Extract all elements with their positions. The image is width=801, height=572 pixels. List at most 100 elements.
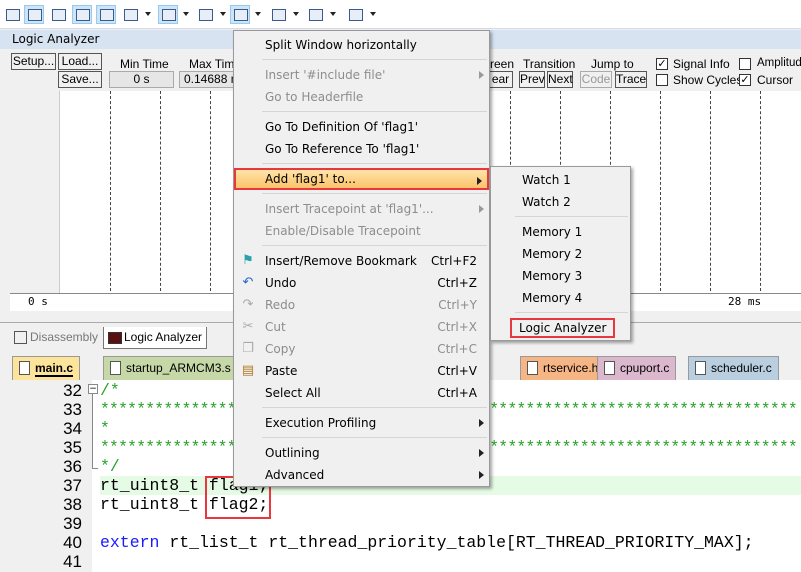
next-button[interactable]: Next [547, 71, 573, 88]
shortcut: Ctrl+X [437, 320, 477, 334]
menu-item-watch-2[interactable]: Watch 2 [491, 191, 630, 213]
signal-info-checkbox[interactable]: ✓ [656, 58, 668, 70]
tab-logic-analyzer[interactable]: Logic Analyzer [103, 327, 208, 349]
menu-item-memory-2[interactable]: Memory 2 [491, 243, 630, 265]
toolbox-icon[interactable] [345, 5, 365, 24]
menu-item-add-flag1-to[interactable]: Add 'flag1' to... [234, 168, 489, 190]
code-line[interactable]: /* [100, 381, 120, 400]
serial-windows-icon[interactable] [195, 5, 215, 24]
shortcut: Ctrl+Y [438, 298, 477, 312]
menu-item-label: Insert/Remove Bookmark [265, 254, 417, 268]
dropdown-arrow-icon[interactable] [183, 12, 189, 16]
tab-rtservice-h[interactable]: rtservice.h [520, 356, 606, 380]
menu-item-execution-profiling[interactable]: Execution Profiling [234, 412, 489, 434]
command-window-icon[interactable] [2, 5, 22, 24]
menu-item-select-all[interactable]: Select All Ctrl+A [234, 382, 489, 404]
menu-item-memory-1[interactable]: Memory 1 [491, 221, 630, 243]
file-icon [604, 361, 615, 375]
min-time-value: 0 s [109, 71, 174, 88]
menu-item-advanced[interactable]: Advanced [234, 464, 489, 486]
command-window-icon-glyph [6, 9, 20, 21]
menu-item-label: Insert '#include file' [265, 68, 386, 82]
call-stack-icon[interactable] [96, 5, 116, 24]
save-button[interactable]: Save... [58, 71, 102, 88]
menu-separator [234, 242, 489, 250]
amplitude-checkbox[interactable] [739, 58, 751, 70]
cursor-label: Cursor [757, 73, 794, 87]
tab-startup-armcm3-s[interactable]: startup_ARMCM3.s [103, 356, 238, 380]
dropdown-arrow-icon[interactable] [330, 12, 336, 16]
menu-separator [234, 108, 489, 116]
menu-item-label: Undo [265, 276, 297, 290]
context-menu: Split Window horizontally Insert '#includ… [233, 30, 490, 487]
menu-item-copy[interactable]: ❐ Copy Ctrl+C [234, 338, 489, 360]
tab-disassembly[interactable]: Disassembly [12, 327, 102, 349]
disassembly-window-icon[interactable] [24, 5, 44, 24]
bookmark-flag-icon: ⚑ [242, 253, 254, 268]
memory-windows-icon[interactable] [158, 5, 178, 24]
menu-item-go-to-definition-of-flag1[interactable]: Go To Definition Of 'flag1' [234, 116, 489, 138]
dropdown-arrow-icon[interactable] [370, 12, 376, 16]
menu-item-label: Watch 1 [522, 173, 571, 187]
menu-separator [234, 56, 489, 64]
tab-cpuport-c[interactable]: cpuport.c [597, 356, 677, 380]
code-line[interactable]: * [100, 419, 110, 438]
registers-window-icon[interactable] [72, 5, 92, 24]
menu-item-label: Cut [265, 320, 286, 334]
load-button[interactable]: Load... [58, 53, 102, 70]
menu-item-label: Memory 1 [522, 225, 583, 239]
tab-scheduler-c[interactable]: scheduler.c [688, 356, 779, 380]
fold-collapse-icon[interactable]: − [88, 384, 98, 394]
menu-item-insert-remove-bookmark[interactable]: ⚑ Insert/Remove Bookmark Ctrl+F2 [234, 250, 489, 272]
menu-item-watch-1[interactable]: Watch 1 [491, 169, 630, 191]
code-button[interactable]: Code [580, 71, 612, 88]
logic-analyzer-icon [108, 332, 122, 344]
prev-button[interactable]: Prev [519, 71, 545, 88]
menu-item-go-to-reference-to-flag1[interactable]: Go To Reference To 'flag1' [234, 138, 489, 160]
menu-separator [234, 404, 489, 412]
shortcut: Ctrl+Z [437, 276, 477, 290]
file-icon [19, 361, 30, 375]
cursor-checkbox[interactable]: ✓ [739, 74, 751, 86]
menu-item-cut[interactable]: ✂ Cut Ctrl+X [234, 316, 489, 338]
menu-item-label: Memory 2 [522, 247, 583, 261]
dropdown-arrow-icon[interactable] [145, 12, 151, 16]
menu-item-insert-tracepoint-at-flag1[interactable]: Insert Tracepoint at 'flag1'... [234, 198, 489, 220]
menu-item-memory-3[interactable]: Memory 3 [491, 265, 630, 287]
analysis-windows-icon-glyph [234, 9, 248, 21]
add-to-submenu: Watch 1 Watch 2 Memory 1 Memory 2 Memory 3 Me… [490, 166, 631, 341]
menu-item-label: Select All [265, 386, 321, 400]
dropdown-arrow-icon[interactable] [220, 12, 226, 16]
menu-item-paste[interactable]: ▤ Paste Ctrl+V [234, 360, 489, 382]
undo-icon: ↶ [242, 275, 254, 290]
screen-label: reen [490, 57, 515, 71]
menu-item-split-window-horizontally[interactable]: Split Window horizontally [234, 34, 489, 56]
code-line[interactable]: */ [100, 457, 120, 476]
symbols-window-icon[interactable] [48, 5, 68, 24]
tab-main-c[interactable]: main.c [12, 356, 81, 380]
jump-to-label: Jump to [591, 57, 634, 71]
system-viewer-icon[interactable] [305, 5, 325, 24]
clear-button[interactable]: ear [489, 71, 513, 88]
menu-item-logic-analyzer[interactable]: Logic Analyzer [491, 317, 630, 339]
analysis-windows-icon[interactable] [230, 5, 250, 24]
disassembly-window-icon-glyph [28, 9, 42, 21]
paste-icon: ▤ [241, 363, 255, 378]
setup-button[interactable]: Setup... [11, 53, 56, 70]
menu-item-insert-include-file[interactable]: Insert '#include file' [234, 64, 489, 86]
grid-line [210, 91, 211, 296]
menu-item-go-to-headerfile[interactable]: Go to Headerfile [234, 86, 489, 108]
watch-windows-icon[interactable] [120, 5, 140, 24]
code-line[interactable]: extern rt_list_t rt_thread_priority_tabl… [100, 533, 754, 552]
dropdown-arrow-icon[interactable] [293, 12, 299, 16]
trace-windows-icon[interactable] [268, 5, 288, 24]
menu-item-undo[interactable]: ↶ Undo Ctrl+Z [234, 272, 489, 294]
menu-item-enable-disable-tracepoint[interactable]: Enable/Disable Tracepoint [234, 220, 489, 242]
trace-button[interactable]: Trace [615, 71, 647, 88]
line-number: 32 [63, 381, 82, 400]
menu-item-outlining[interactable]: Outlining [234, 442, 489, 464]
dropdown-arrow-icon[interactable] [255, 12, 261, 16]
show-cycles-checkbox[interactable] [656, 74, 668, 86]
menu-item-memory-4[interactable]: Memory 4 [491, 287, 630, 309]
menu-item-redo[interactable]: ↷ Redo Ctrl+Y [234, 294, 489, 316]
